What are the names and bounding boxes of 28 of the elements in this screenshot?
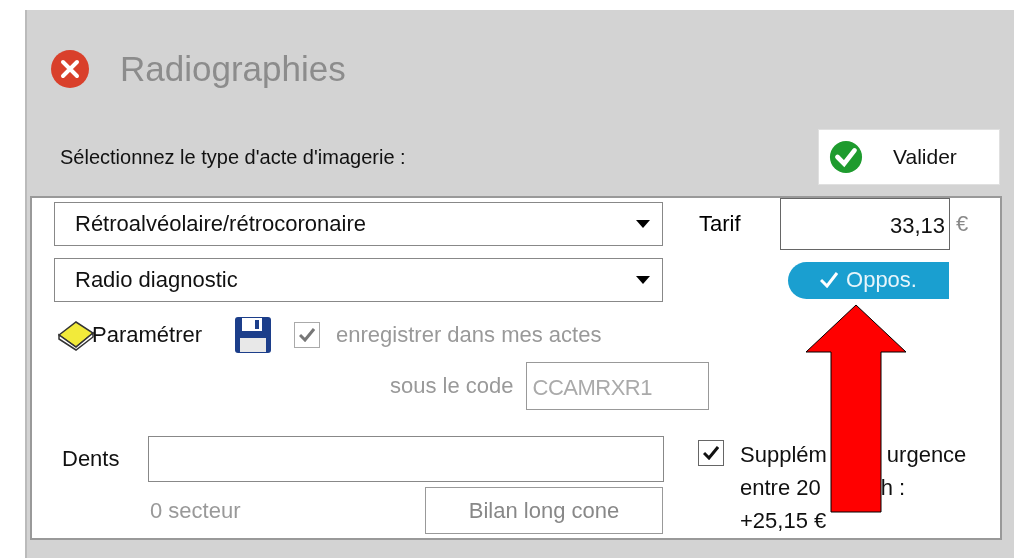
caret-icon [636,276,650,284]
check-icon [829,140,863,174]
code-label: sous le code [390,373,514,399]
window-title: Radiographies [120,49,346,89]
urgency-supplement-text: Supplém [740,441,827,469]
sector-count: 0 secteur [150,497,241,524]
long-cone-button[interactable]: Bilan long cone [425,487,663,534]
urgency-supplement-text: h : [880,474,906,502]
check-icon [299,328,316,342]
check-icon [820,272,839,288]
teeth-label: Dents [62,446,121,472]
act-type-dropdown[interactable]: Rétroalvéolaire/rétrocoronaire [54,202,663,246]
tarif-label: Tarif [699,211,742,237]
urgency-supplement-text: entre 20 [740,474,821,502]
urgency-supplement-text: +25,15 € [740,507,827,535]
teeth-field[interactable] [148,436,664,482]
caret-icon [636,220,650,228]
act-category-dropdown[interactable]: Radio diagnostic [54,258,663,302]
prompt-label: Sélectionnez le type d'acte d'imagerie : [60,145,406,169]
validate-button[interactable]: Valider [818,129,1000,185]
tarif-field[interactable]: 33,13 [780,198,950,250]
configure-link[interactable]: Paramétrer [92,322,203,348]
urgency-checkbox[interactable] [698,440,724,466]
currency-label: € [956,211,969,237]
check-icon [703,446,719,460]
save-checkbox-label: enregistrer dans mes actes [336,322,602,348]
close-icon[interactable] [50,49,90,89]
urgency-supplement-text: urgence [886,441,967,469]
